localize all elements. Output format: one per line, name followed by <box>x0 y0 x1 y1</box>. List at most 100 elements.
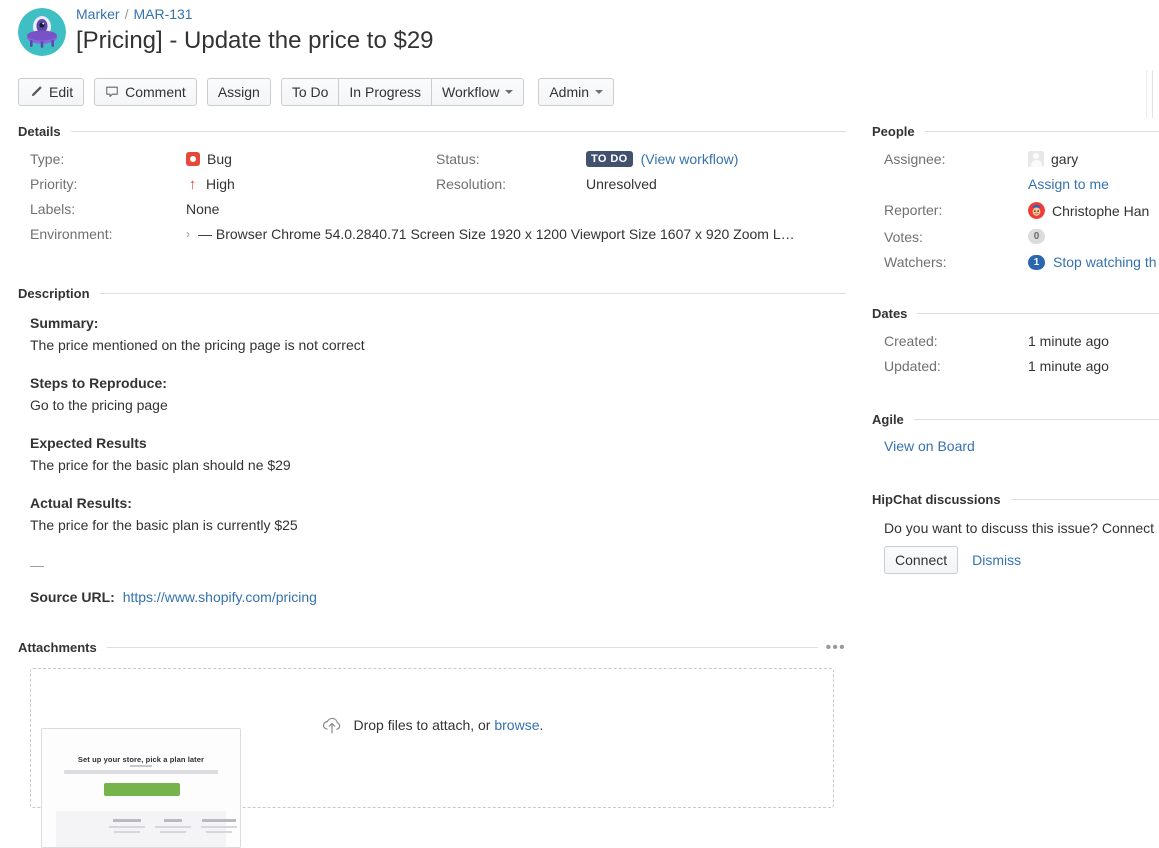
bug-icon <box>186 152 200 166</box>
view-on-board-link[interactable]: View on Board <box>884 438 975 454</box>
thumbnail-rule <box>130 765 152 767</box>
admin-dropdown-button[interactable]: Admin <box>538 78 614 106</box>
hipchat-panel: Do you want to discuss this issue? Conne… <box>872 520 1159 590</box>
breadcrumb-project-link[interactable]: Marker <box>76 6 120 22</box>
priority-value-text: High <box>206 176 235 192</box>
assign-button-label: Assign <box>218 84 260 100</box>
description-actual-text: The price for the basic plan is currentl… <box>30 515 846 535</box>
environment-field-label: Environment: <box>30 226 112 242</box>
transition-in-progress-label: In Progress <box>349 84 421 100</box>
description-expected-heading: Expected Results <box>30 433 846 453</box>
transition-todo-label: To Do <box>292 84 329 100</box>
dates-row-updated: Updated: 1 minute ago <box>872 358 1159 383</box>
heading-divider <box>925 131 1159 132</box>
chevron-right-icon[interactable]: › <box>186 227 190 241</box>
description-section-heading: Description <box>18 286 846 301</box>
hipchat-dismiss-link[interactable]: Dismiss <box>972 552 1021 568</box>
description-section: Description Summary: The price mentioned… <box>18 286 846 607</box>
transition-todo-button[interactable]: To Do <box>281 78 340 106</box>
hipchat-heading-label: HipChat discussions <box>872 492 1001 507</box>
status-badge: TO DO <box>586 151 633 167</box>
comment-button[interactable]: Comment <box>94 78 197 106</box>
attachments-section: Attachments ••• Drop files to attach, or… <box>18 639 846 808</box>
agile-links: View on Board <box>872 438 1159 463</box>
source-url-link[interactable]: https://www.shopify.com/pricing <box>123 589 317 605</box>
breadcrumb: Marker/MAR-131 <box>76 6 193 22</box>
attachments-heading-label: Attachments <box>18 640 97 655</box>
workflow-dropdown-label: Workflow <box>442 84 499 100</box>
heading-divider <box>914 419 1159 420</box>
labels-field-value: None <box>186 201 219 217</box>
stop-watching-link[interactable]: Stop watching th <box>1053 254 1157 270</box>
attachment-thumbnail[interactable]: Set up your store, pick a plan later <box>41 728 241 848</box>
reporter-field-label: Reporter: <box>884 202 942 218</box>
chevron-down-icon <box>595 90 603 94</box>
breadcrumb-issue-key-link[interactable]: MAR-131 <box>133 6 192 22</box>
view-workflow-link[interactable]: (View workflow) <box>641 151 739 167</box>
votes-field-value: 0 <box>1028 229 1053 244</box>
created-field-label: Created: <box>884 333 938 349</box>
heading-divider <box>1011 499 1159 500</box>
workflow-dropdown-button[interactable]: Workflow <box>432 78 524 106</box>
people-row-reporter: Reporter: Christophe Han <box>872 202 1159 229</box>
chevron-down-icon <box>505 90 513 94</box>
assignee-field-label: Assignee: <box>884 151 945 167</box>
description-divider: — <box>30 555 846 575</box>
avatar <box>1028 202 1045 219</box>
votes-field-label: Votes: <box>884 229 923 245</box>
attachments-options-icon[interactable]: ••• <box>826 639 846 656</box>
hipchat-connect-button[interactable]: Connect <box>884 546 958 574</box>
thumbnail-plans-panel <box>56 811 226 847</box>
comment-button-label: Comment <box>125 84 186 100</box>
environment-value-text: — Browser Chrome 54.0.2840.71 Screen Siz… <box>198 226 795 242</box>
details-row-priority: Priority: ↑ High Resolution: Unresolved <box>18 176 846 201</box>
agile-heading-label: Agile <box>872 412 904 427</box>
description-body: Summary: The price mentioned on the pric… <box>18 313 846 607</box>
dates-section-heading: Dates <box>872 306 1159 321</box>
hipchat-connect-label: Connect <box>895 552 947 568</box>
marker-project-avatar-icon[interactable] <box>18 8 66 56</box>
watchers-field-label: Watchers: <box>884 254 947 270</box>
people-row-votes: Votes: 0 <box>872 229 1159 254</box>
assign-button[interactable]: Assign <box>207 78 271 106</box>
attachments-section-heading: Attachments ••• <box>18 639 846 656</box>
assignee-field-value: gary <box>1028 151 1078 167</box>
transition-in-progress-button[interactable]: In Progress <box>339 78 432 106</box>
reporter-field-value: Christophe Han <box>1028 202 1149 219</box>
updated-field-label: Updated: <box>884 358 941 374</box>
browse-files-link[interactable]: browse <box>494 717 539 733</box>
dates-field-grid: Created: 1 minute ago Updated: 1 minute … <box>872 333 1159 383</box>
assignee-value-text: gary <box>1051 151 1078 167</box>
edit-button[interactable]: Edit <box>18 78 84 106</box>
heading-divider <box>100 293 846 294</box>
attachment-dropzone[interactable]: Drop files to attach, or browse. Set up … <box>30 668 834 808</box>
issue-header: Marker/MAR-131 [Pricing] - Update the pr… <box>0 0 1159 68</box>
priority-field-value: ↑ High <box>186 176 235 192</box>
status-field-label: Status: <box>436 151 480 167</box>
edit-button-label: Edit <box>49 84 73 100</box>
people-field-grid: Assignee: gary Assign to me Reporter: <box>872 151 1159 279</box>
assign-to-me-link[interactable]: Assign to me <box>1028 176 1109 192</box>
details-row-type: Type: Bug Status: TO DO (View workflow) <box>18 151 846 176</box>
page-scrollbar-thumb[interactable] <box>1146 70 1153 118</box>
description-steps-heading: Steps to Reproduce: <box>30 373 846 393</box>
workflow-button-group: To Do In Progress Workflow <box>281 78 524 106</box>
details-row-labels: Labels: None <box>18 201 846 226</box>
heading-divider <box>71 131 846 132</box>
watchers-badge: 1 <box>1028 255 1045 270</box>
arrow-up-icon: ↑ <box>186 177 199 192</box>
resolution-field-label: Resolution: <box>436 176 506 192</box>
description-summary-heading: Summary: <box>30 313 846 333</box>
details-row-environment: Environment: › — Browser Chrome 54.0.284… <box>18 226 846 256</box>
pencil-icon <box>29 85 43 99</box>
thumbnail-subtext <box>64 770 218 774</box>
description-expected-text: The price for the basic plan should ne $… <box>30 455 846 475</box>
description-steps-text: Go to the pricing page <box>30 395 846 415</box>
type-field-value: Bug <box>186 151 232 167</box>
status-field-value: TO DO (View workflow) <box>586 151 738 167</box>
hipchat-actions: Connect Dismiss <box>884 546 1021 574</box>
description-source-url-row: Source URL: https://www.shopify.com/pric… <box>30 587 846 607</box>
heading-divider <box>917 313 1159 314</box>
description-summary-text: The price mentioned on the pricing page … <box>30 335 846 355</box>
dropzone-text-suffix: . <box>539 717 543 733</box>
